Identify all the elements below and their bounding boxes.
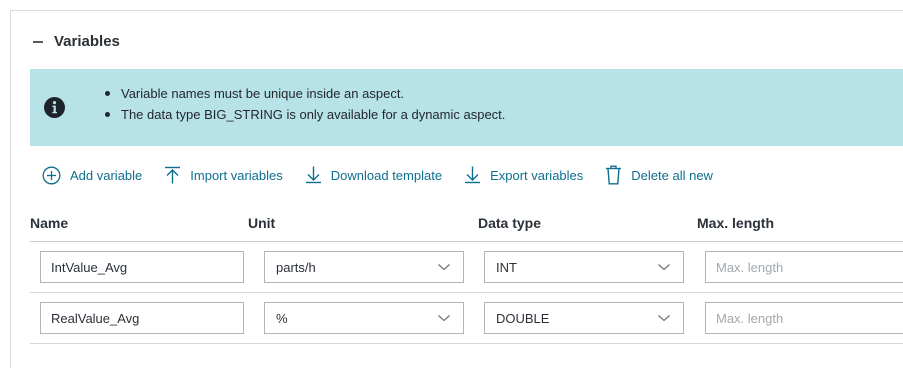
column-header-data-type: Data type xyxy=(478,215,542,231)
import-variables-button[interactable]: Import variables xyxy=(164,166,283,184)
variables-section-toggle[interactable]: Variables xyxy=(31,33,120,50)
chevron-down-icon xyxy=(658,315,670,322)
import-variables-label: Import variables xyxy=(190,167,283,183)
name-input[interactable] xyxy=(40,302,244,334)
download-template-label: Download template xyxy=(330,167,443,183)
column-header-max-length: Max. length xyxy=(697,215,775,231)
max-length-input[interactable] xyxy=(705,251,903,283)
chevron-down-icon xyxy=(438,315,450,322)
table-header: Name Unit Data type Max. length xyxy=(30,201,903,242)
info-circle-icon xyxy=(44,97,65,118)
data-type-select[interactable]: INT xyxy=(484,251,684,283)
plus-circle-icon xyxy=(42,166,61,184)
download-template-button[interactable]: Download template xyxy=(305,166,442,184)
data-type-value: INT xyxy=(496,260,517,275)
data-type-value: DOUBLE xyxy=(496,311,550,326)
unit-value: % xyxy=(276,311,288,326)
export-variables-button[interactable]: Export variables xyxy=(464,166,583,184)
delete-all-new-button[interactable]: Delete all new xyxy=(605,165,713,185)
table-row: % DOUBLE xyxy=(30,293,903,344)
info-item: The data type BIG_STRING is only availab… xyxy=(104,104,505,125)
info-list: Variable names must be unique inside an … xyxy=(104,83,505,125)
table-row: parts/h INT xyxy=(30,242,903,293)
variables-toolbar: Add variable Import variables Download t… xyxy=(42,164,735,186)
variables-page: Variables Variable names must be unique … xyxy=(0,0,903,368)
column-header-unit: Unit xyxy=(248,215,276,231)
column-header-name: Name xyxy=(30,215,69,231)
section-title: Variables xyxy=(54,33,120,50)
name-input[interactable] xyxy=(40,251,244,283)
download-icon xyxy=(305,166,321,184)
info-item: Variable names must be unique inside an … xyxy=(104,83,505,104)
add-variable-label: Add variable xyxy=(70,167,143,183)
trash-icon xyxy=(606,165,622,185)
minus-icon[interactable] xyxy=(31,35,45,49)
export-variables-label: Export variables xyxy=(490,167,584,183)
upload-icon xyxy=(165,166,181,184)
info-banner: Variable names must be unique inside an … xyxy=(30,69,903,146)
chevron-down-icon xyxy=(438,264,450,271)
data-type-select[interactable]: DOUBLE xyxy=(484,302,684,334)
unit-select[interactable]: % xyxy=(264,302,464,334)
delete-all-new-label: Delete all new xyxy=(631,167,713,183)
max-length-input[interactable] xyxy=(705,302,903,334)
unit-select[interactable]: parts/h xyxy=(264,251,464,283)
unit-value: parts/h xyxy=(276,260,316,275)
export-icon xyxy=(465,166,481,184)
add-variable-button[interactable]: Add variable xyxy=(42,166,142,185)
chevron-down-icon xyxy=(658,264,670,271)
